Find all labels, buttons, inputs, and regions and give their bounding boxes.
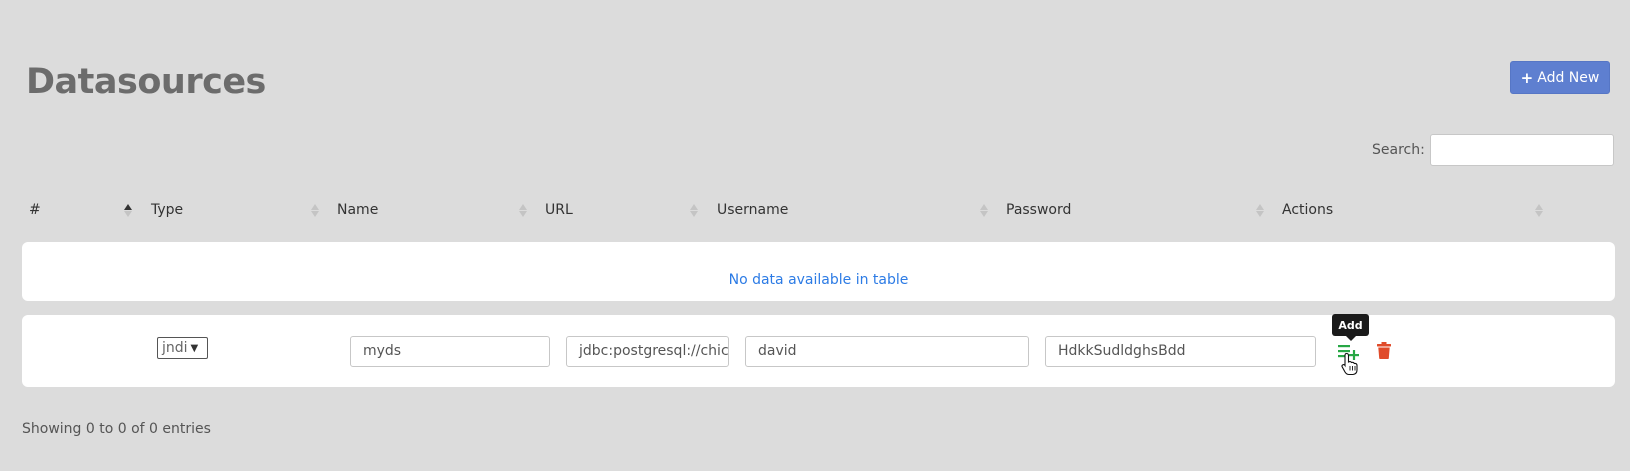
sort-icon[interactable] [690, 202, 698, 219]
chevron-down-icon: ▼ [190, 342, 199, 354]
url-input[interactable]: jdbc:postgresql://chic [566, 336, 729, 367]
search-input[interactable] [1430, 134, 1614, 166]
add-new-button[interactable]: + Add New [1510, 61, 1610, 94]
trash-icon[interactable] [1377, 342, 1391, 359]
empty-table-message: No data available in table [728, 272, 909, 288]
username-input[interactable]: david [745, 336, 1029, 367]
column-header-type[interactable]: Type [151, 202, 183, 218]
sort-icon[interactable] [1535, 202, 1543, 219]
column-header-actions[interactable]: Actions [1282, 202, 1333, 218]
add-tooltip: Add [1332, 314, 1369, 341]
add-new-label: Add New [1537, 69, 1600, 86]
empty-table-row: No data available in table [22, 242, 1615, 301]
sort-icon[interactable] [1256, 202, 1264, 219]
column-header-number[interactable]: # [29, 202, 41, 218]
search-label: Search: [1372, 142, 1425, 158]
password-input[interactable]: HdkkSudldghsBdd [1045, 336, 1316, 367]
type-select[interactable]: jndi ▼ [157, 337, 208, 359]
column-header-url[interactable]: URL [545, 202, 573, 218]
hand-pointer-cursor-icon [1341, 352, 1359, 376]
type-select-value: jndi [162, 340, 188, 356]
plus-icon: + [1520, 68, 1534, 87]
column-header-password[interactable]: Password [1006, 202, 1071, 218]
table-info: Showing 0 to 0 of 0 entries [22, 421, 211, 437]
sort-icon[interactable] [311, 202, 319, 219]
sort-icon[interactable] [519, 202, 527, 219]
datasources-page: Datasources + Add New Search: # Type Nam… [0, 0, 1630, 471]
name-input[interactable]: myds [350, 336, 550, 367]
sort-asc-icon[interactable] [124, 202, 132, 219]
sort-icon[interactable] [980, 202, 988, 219]
column-header-name[interactable]: Name [337, 202, 378, 218]
column-header-username[interactable]: Username [717, 202, 788, 218]
page-title: Datasources [26, 62, 266, 102]
